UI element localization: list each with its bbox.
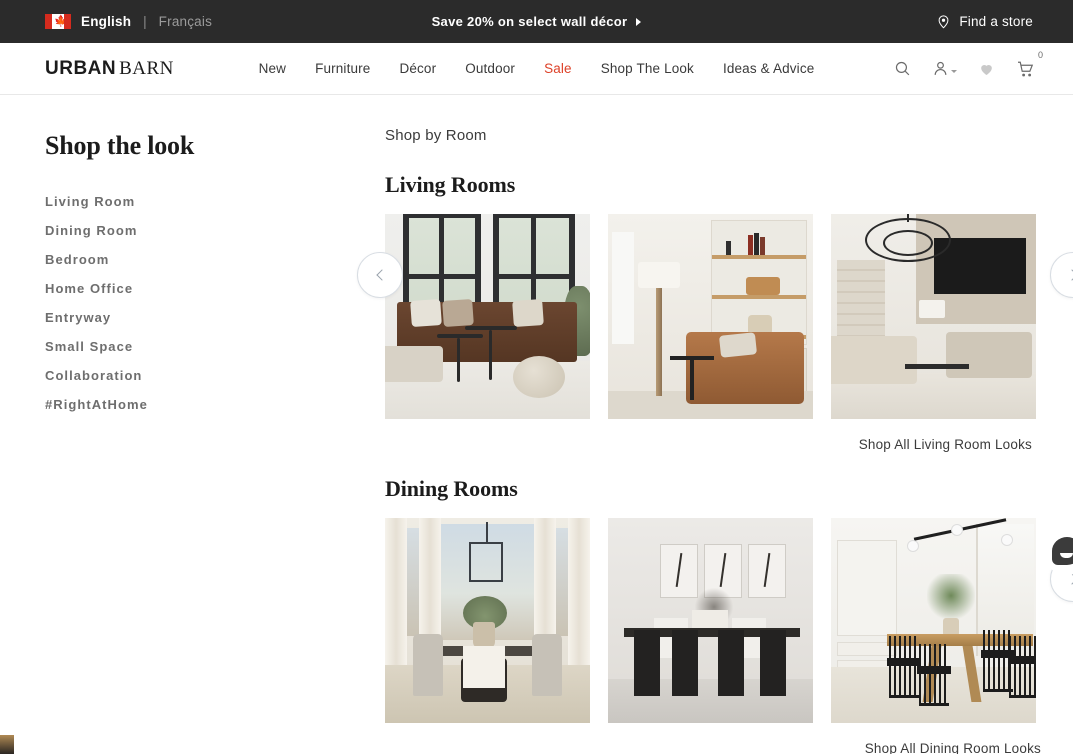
carousel-prev-button-living-rooms[interactable]	[357, 252, 403, 298]
sidebar-item-bedroom[interactable]: Bedroom	[45, 252, 385, 267]
header-icon-group: 0	[894, 50, 1043, 78]
search-icon	[895, 61, 910, 76]
nav-item-outdoor[interactable]: Outdoor	[465, 61, 515, 76]
shop-all-dining-room-looks-link[interactable]: Shop All Dining Room Looks	[385, 741, 1073, 754]
sidebar-item-dining-room[interactable]: Dining Room	[45, 223, 385, 238]
map-pin-icon	[938, 15, 949, 29]
promo-message-text: Save 20% on select wall décor	[431, 14, 628, 29]
promo-message-link[interactable]: Save 20% on select wall décor	[432, 14, 642, 29]
sidebar-item-entryway[interactable]: Entryway	[45, 310, 385, 325]
shop-by-room-heading: Shop by Room	[385, 127, 487, 144]
section-dining-rooms: Dining Rooms Shop All Dining Room Looks	[385, 476, 1073, 754]
nav-item-decor[interactable]: Décor	[399, 61, 436, 76]
nav-item-ideas-advice[interactable]: Ideas & Advice	[723, 61, 814, 76]
maple-leaf-glyph: 🍁	[54, 15, 68, 27]
section-title-dining-rooms: Dining Rooms	[385, 476, 518, 501]
search-button[interactable]	[894, 60, 911, 77]
nav-item-furniture[interactable]: Furniture	[315, 61, 370, 76]
room-photo-dining-1	[385, 518, 590, 723]
account-button[interactable]	[932, 60, 957, 77]
chevron-right-icon	[1065, 269, 1073, 281]
sidebar-item-living-room[interactable]: Living Room	[45, 194, 385, 209]
carousel-dining-rooms	[385, 518, 1073, 723]
chevron-left-icon	[375, 269, 388, 281]
room-photo-living-1	[385, 214, 590, 419]
user-account-icon	[934, 61, 947, 75]
language-separator: |	[143, 14, 147, 29]
logo-text-barn: BARN	[119, 57, 174, 79]
page-edge-image-fragment	[0, 735, 14, 754]
room-tile-dining-1[interactable]	[385, 518, 590, 723]
cart-button[interactable]: 0	[1016, 50, 1043, 78]
shop-all-living-room-looks-link[interactable]: Shop All Living Room Looks	[385, 437, 1073, 452]
heart-icon	[981, 64, 992, 75]
room-photo-dining-2	[608, 518, 813, 723]
cart-count-badge: 0	[1037, 49, 1043, 60]
room-tile-dining-3[interactable]	[831, 518, 1036, 723]
nav-item-shop-the-look[interactable]: Shop The Look	[601, 61, 694, 76]
promo-bar: 🍁 English | Français Save 20% on select …	[0, 0, 1073, 43]
sidebar-item-home-office[interactable]: Home Office	[45, 281, 385, 296]
wishlist-button[interactable]	[978, 61, 995, 77]
language-english-link[interactable]: English	[81, 14, 131, 29]
site-logo[interactable]: URBAN BARN	[45, 58, 174, 80]
room-tile-living-2[interactable]	[608, 214, 813, 419]
sidebar-item-right-at-home[interactable]: #RightAtHome	[45, 397, 385, 412]
shopping-cart-icon	[1018, 61, 1034, 76]
sidebar: Shop the look Living Room Dining Room Be…	[0, 95, 385, 754]
carousel-living-rooms	[385, 214, 1073, 419]
room-photo-living-3	[831, 214, 1036, 419]
chevron-right-icon	[1065, 573, 1073, 585]
page-title: Shop the look	[45, 131, 195, 160]
page-body: Shop the look Living Room Dining Room Be…	[0, 95, 1073, 754]
main-content: Shop by Room Living Rooms Shop All Livin…	[357, 95, 1073, 754]
section-living-rooms: Living Rooms Shop All Living Room Looks	[357, 172, 1073, 575]
nav-item-sale[interactable]: Sale	[544, 61, 572, 76]
find-a-store-link[interactable]: Find a store	[936, 14, 1033, 29]
sidebar-item-small-space[interactable]: Small Space	[45, 339, 385, 354]
canada-flag-icon: 🍁	[45, 14, 71, 29]
room-tile-dining-2[interactable]	[608, 518, 813, 723]
sidebar-nav-list: Living Room Dining Room Bedroom Home Off…	[45, 194, 385, 412]
room-photo-living-2	[608, 214, 813, 419]
find-a-store-label: Find a store	[959, 14, 1033, 29]
room-tile-living-1[interactable]	[385, 214, 590, 419]
sidebar-item-collaboration[interactable]: Collaboration	[45, 368, 385, 383]
logo-text-urban: URBAN	[45, 57, 117, 79]
section-title-living-rooms: Living Rooms	[385, 172, 516, 197]
site-header: URBAN BARN New Furniture Décor Outdoor Sa…	[0, 43, 1073, 95]
chat-bubble-icon	[1052, 537, 1073, 565]
language-switcher[interactable]: 🍁 English | Français	[45, 14, 212, 29]
room-photo-dining-3	[831, 518, 1036, 723]
room-tile-living-3[interactable]	[831, 214, 1036, 419]
language-french-link[interactable]: Français	[159, 14, 212, 29]
chevron-down-icon	[951, 69, 957, 73]
nav-item-new[interactable]: New	[259, 61, 286, 76]
chevron-right-icon	[636, 17, 642, 26]
